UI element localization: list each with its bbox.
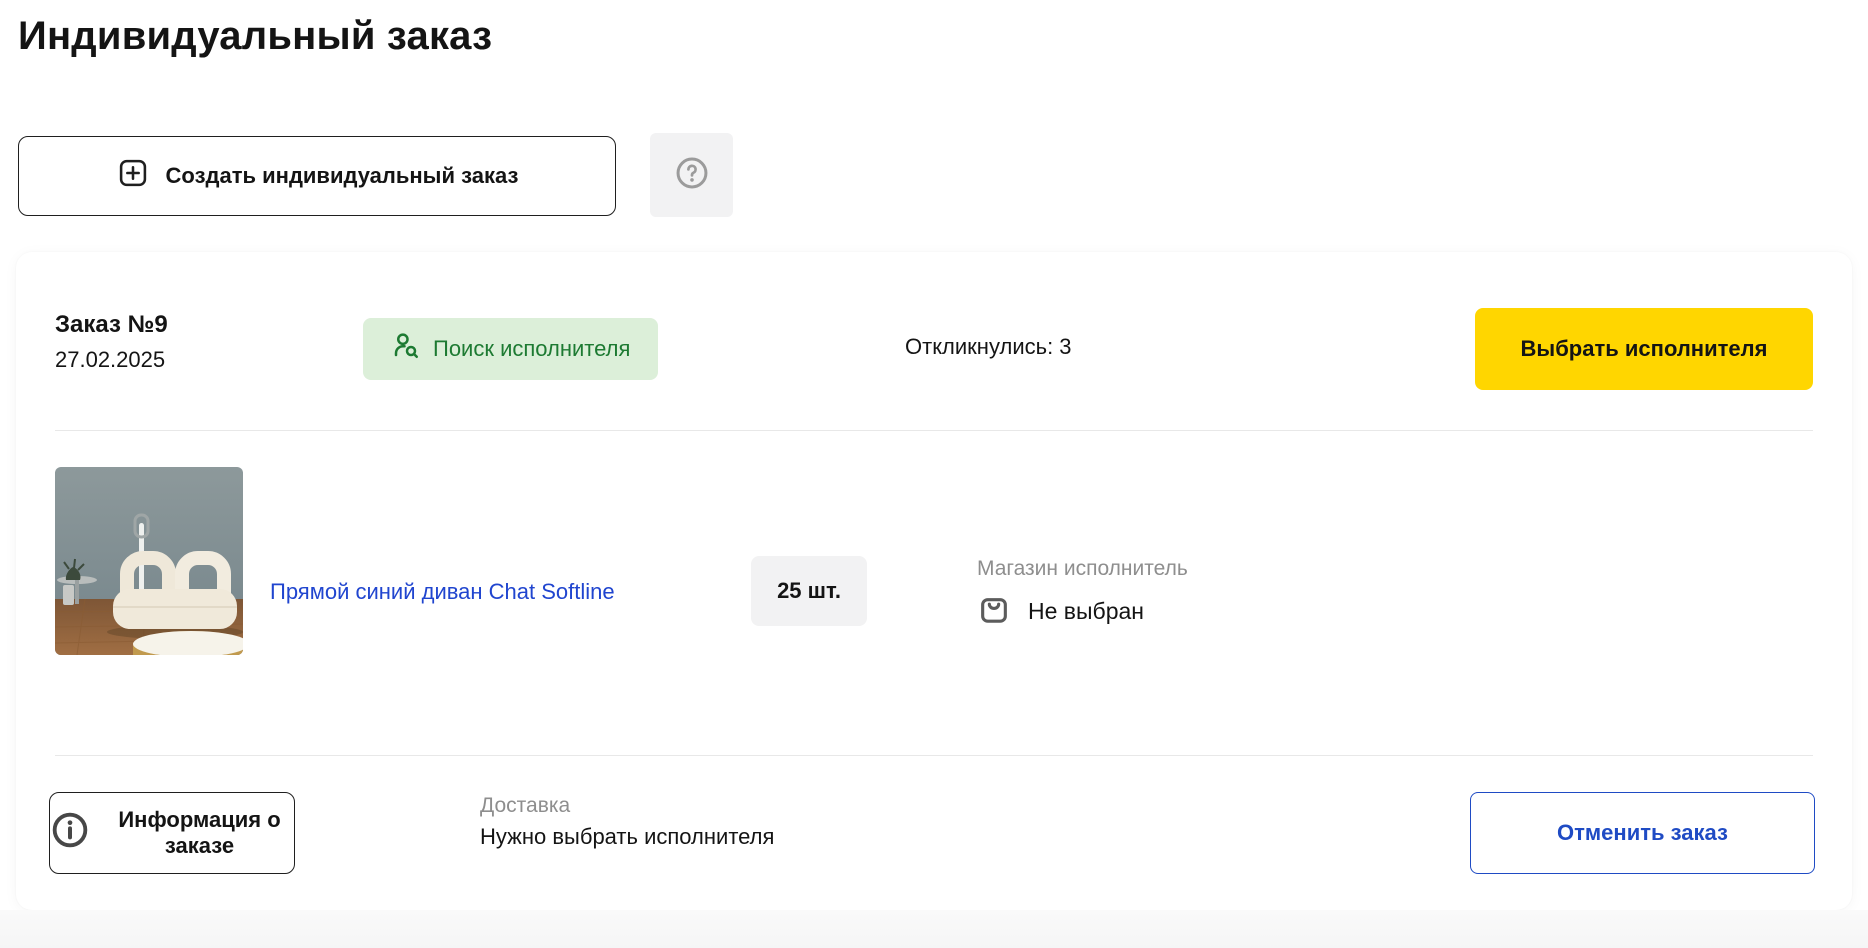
- person-search-icon: [391, 331, 421, 367]
- order-info-button[interactable]: Информация о заказе: [49, 792, 295, 874]
- create-individual-order-button[interactable]: Создать индивидуальный заказ: [18, 136, 616, 216]
- divider: [55, 430, 1813, 431]
- help-button[interactable]: [650, 133, 733, 217]
- cancel-order-button[interactable]: Отменить заказ: [1470, 792, 1815, 874]
- order-info-label: Информация о заказе: [105, 807, 294, 859]
- page-title: Индивидуальный заказ: [18, 14, 492, 59]
- plus-square-icon: [116, 156, 150, 196]
- delivery-status-text: Нужно выбрать исполнителя: [480, 824, 774, 850]
- store-performer-row: Не выбран: [977, 592, 1144, 631]
- create-button-label: Создать индивидуальный заказ: [166, 163, 519, 189]
- responses-count: Откликнулись: 3: [905, 334, 1072, 360]
- info-circle-icon: [50, 810, 90, 856]
- question-circle-icon: [674, 155, 710, 196]
- store-performer-value: Не выбран: [1028, 598, 1144, 625]
- order-number: Заказ №9: [55, 311, 168, 339]
- quantity-badge: 25 шт.: [751, 556, 867, 626]
- order-status-badge: Поиск исполнителя: [363, 318, 658, 380]
- order-status-label: Поиск исполнителя: [433, 336, 630, 362]
- delivery-label: Доставка: [480, 794, 570, 818]
- choose-performer-button[interactable]: Выбрать исполнителя: [1475, 308, 1813, 390]
- shopping-bag-icon: [977, 592, 1011, 631]
- page-background-strip: [0, 910, 1868, 948]
- order-date: 27.02.2025: [55, 347, 165, 373]
- order-card: Заказ №9 27.02.2025 Поиск исполнителя От…: [16, 252, 1852, 910]
- divider: [55, 755, 1813, 756]
- product-name-link[interactable]: Прямой синий диван Chat Softline: [270, 579, 615, 605]
- store-performer-label: Магазин исполнитель: [977, 557, 1188, 581]
- product-image[interactable]: [55, 467, 243, 655]
